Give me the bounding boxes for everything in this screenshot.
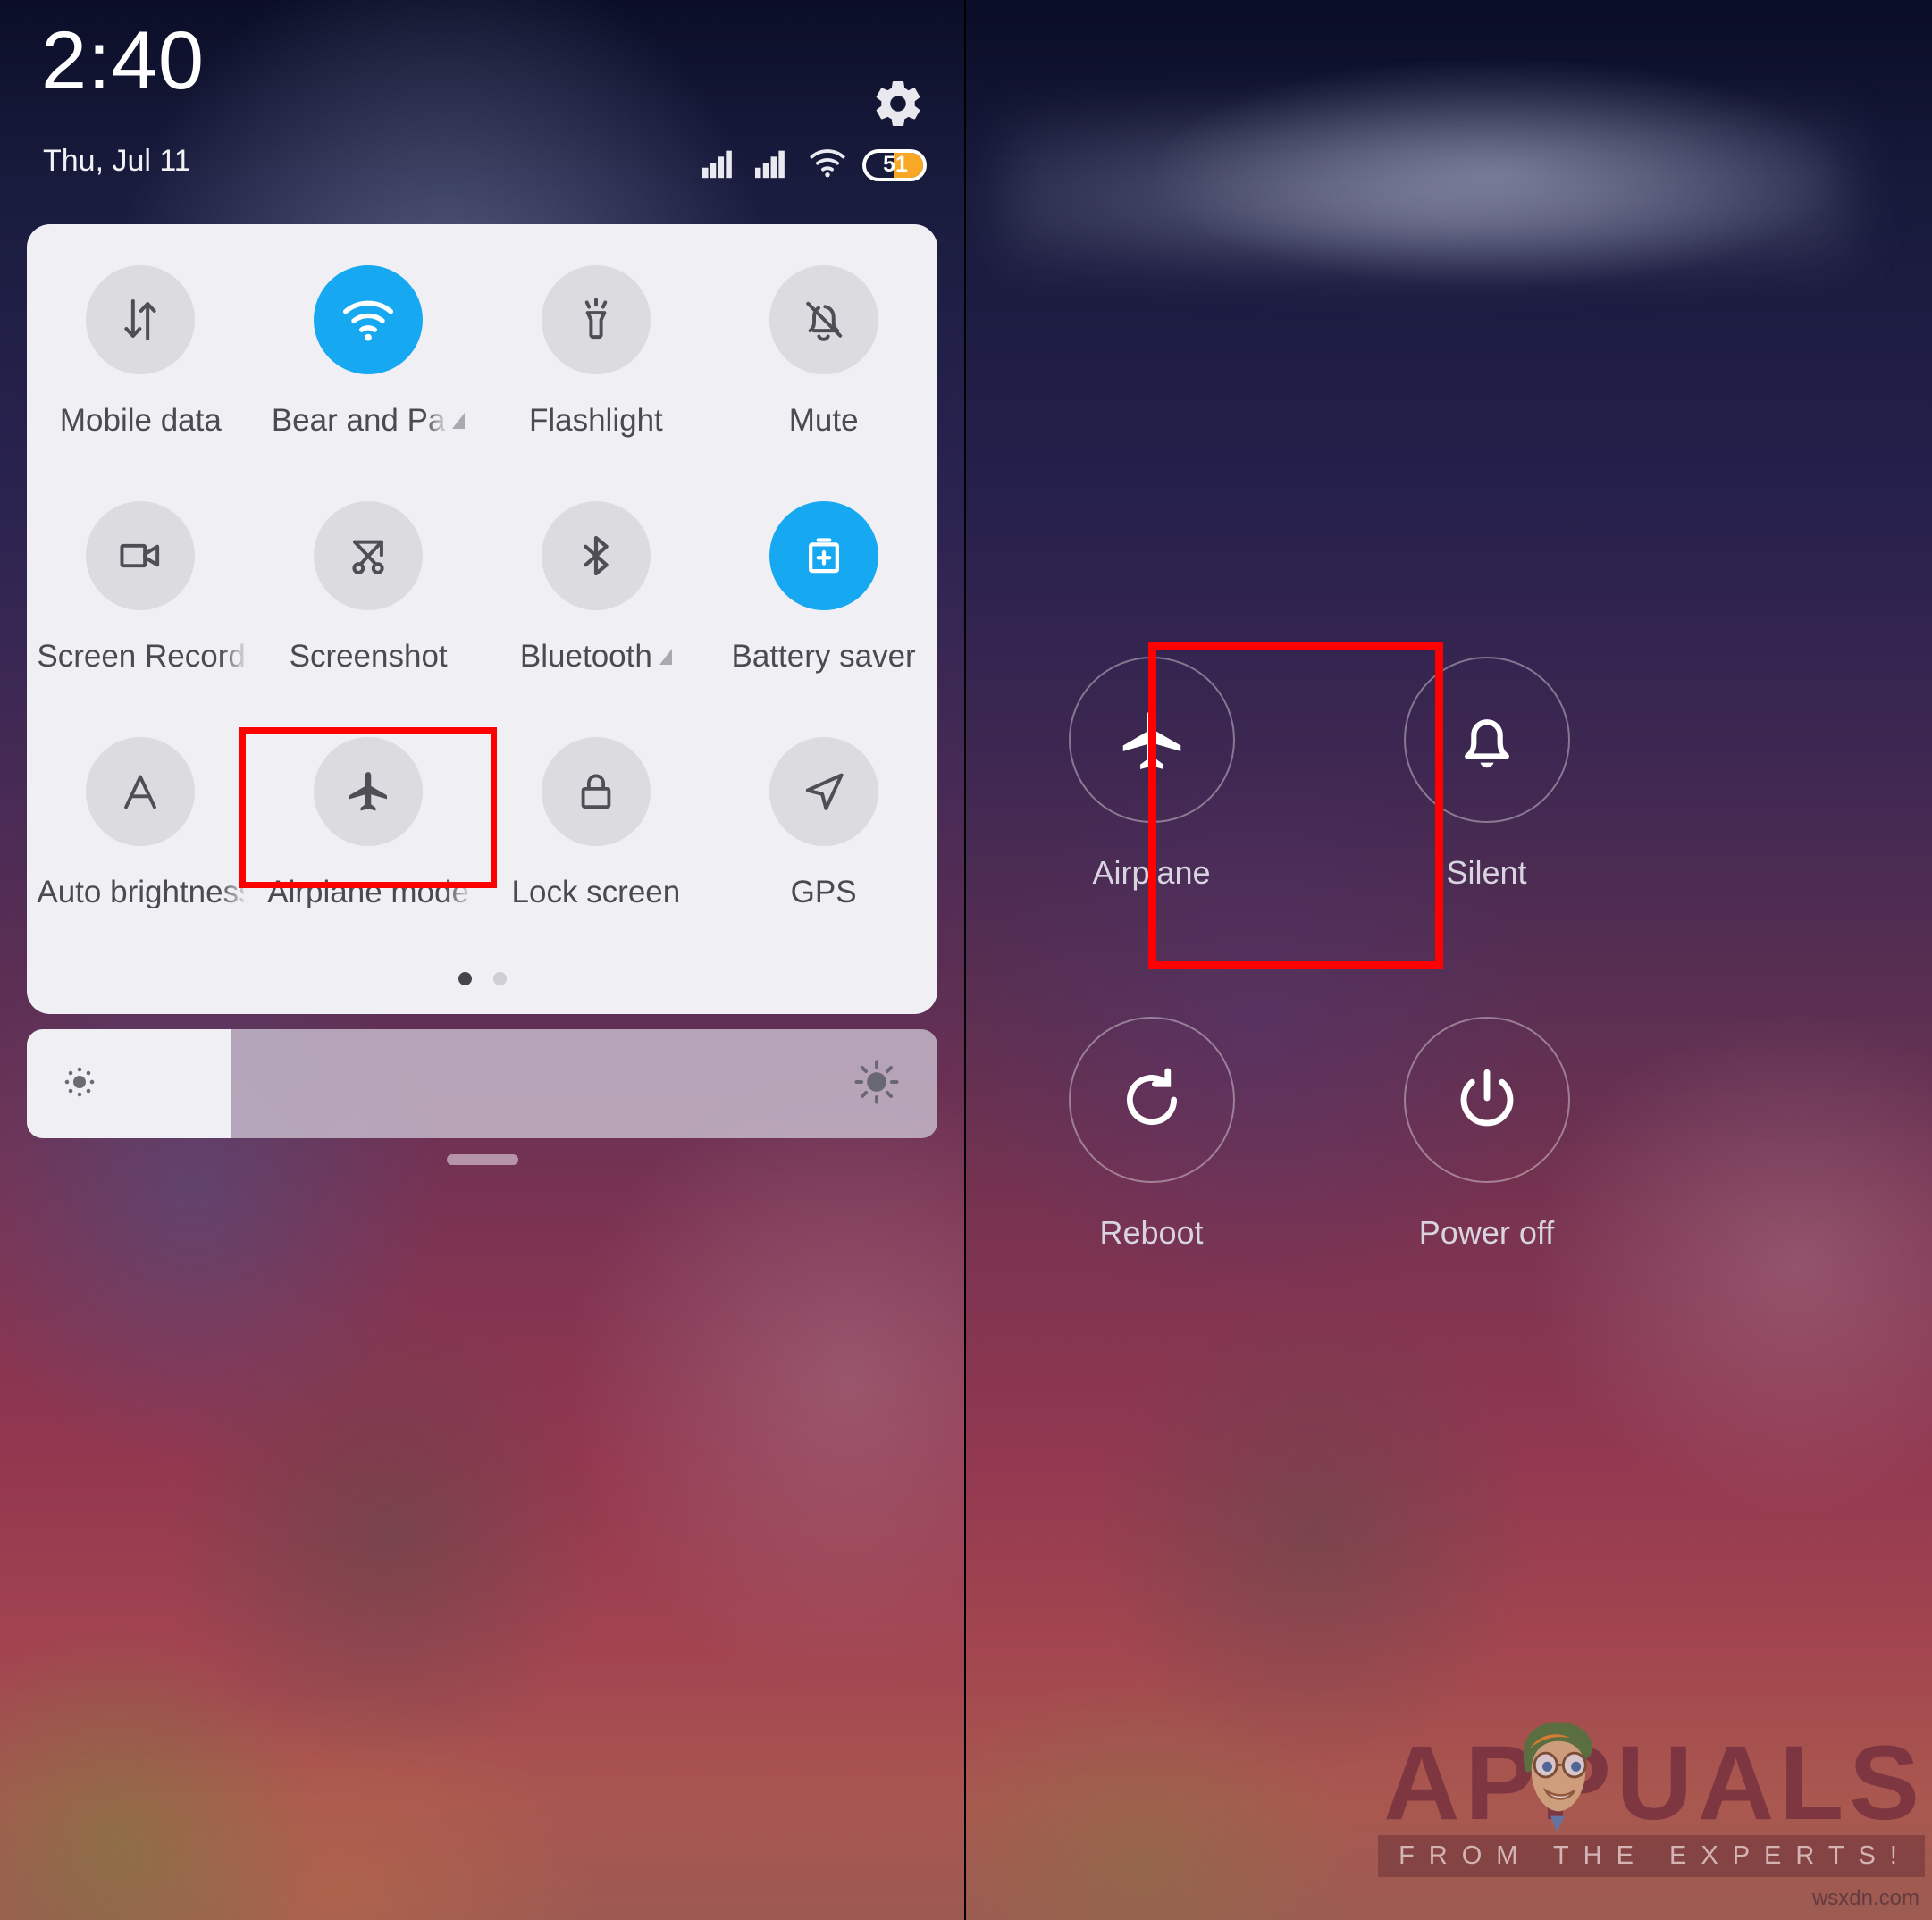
refresh-icon	[1068, 1017, 1235, 1183]
qs-label: Mobile data	[60, 405, 222, 436]
qs-label: Mute	[789, 405, 859, 436]
qs-tile-bluetooth[interactable]: Bluetooth	[483, 482, 710, 717]
brightness-slider[interactable]	[27, 1029, 937, 1138]
qs-label-text: Battery saver	[731, 639, 916, 674]
brightness-slider-fill	[27, 1029, 232, 1138]
page-dot-1[interactable]	[458, 972, 472, 985]
airplane-icon	[1068, 657, 1235, 823]
location-arrow-icon	[769, 737, 878, 846]
brightness-high-icon	[853, 1059, 900, 1110]
mobile-data-icon	[86, 265, 196, 374]
qs-label: GPS	[791, 876, 857, 908]
chevron-expand-icon[interactable]	[659, 648, 672, 665]
power-menu-grid: Airplane Silent Reboot Power off	[1060, 657, 1578, 1377]
qs-tile-airplane-mode[interactable]: Airplane mode	[255, 717, 483, 953]
quick-settings-card: Mobile data Bear and Pa Flashlight Mute …	[27, 224, 937, 1014]
qs-tile-lock-screen[interactable]: Lock screen	[483, 717, 710, 953]
bluetooth-icon	[541, 501, 651, 610]
screenshot-root: 2:40 Thu, Jul 11 51 Mobile data Bear and…	[0, 0, 1932, 1920]
qs-label-text: Screen Record	[37, 641, 245, 672]
qs-tile-gps[interactable]: GPS	[710, 717, 937, 953]
signal-bars-icon	[755, 147, 793, 183]
qs-tile-auto-brightness[interactable]: Auto brightness	[27, 717, 255, 953]
letter-a-icon	[86, 737, 196, 846]
video-camera-icon	[86, 501, 196, 610]
qs-label: Lock screen	[512, 876, 681, 908]
power-item-airplane[interactable]: Airplane	[1060, 657, 1243, 1017]
quick-settings-grid: Mobile data Bear and Pa Flashlight Mute …	[27, 246, 937, 953]
qs-label-text: Bluetooth	[519, 639, 652, 674]
left-pane-quick-settings: 2:40 Thu, Jul 11 51 Mobile data Bear and…	[0, 0, 966, 1920]
qs-label-text: Airplane mode	[267, 876, 469, 908]
power-label: Power off	[1418, 1214, 1555, 1251]
qs-label-text: Mute	[788, 403, 859, 438]
clock: 2:40	[41, 15, 206, 106]
wifi-icon	[314, 265, 424, 374]
blurred-notification-card	[1002, 114, 1851, 257]
flashlight-icon	[541, 265, 651, 374]
qs-label: Bluetooth	[520, 641, 672, 672]
chevron-expand-icon[interactable]	[452, 412, 466, 429]
bell-muted-icon	[769, 265, 878, 374]
date-label: Thu, Jul 11	[43, 144, 191, 178]
qs-tile-mobile-data[interactable]: Mobile data	[27, 246, 255, 482]
qs-label-text: Bear and Pa	[271, 405, 446, 436]
battery-icon: 51	[862, 148, 927, 181]
power-item-power-off[interactable]: Power off	[1395, 1017, 1578, 1377]
qs-tile-battery-saver[interactable]: Battery saver	[710, 482, 937, 717]
power-item-reboot[interactable]: Reboot	[1060, 1017, 1243, 1377]
status-bar: 2:40 Thu, Jul 11 51	[0, 0, 964, 214]
qs-label: Bear and Pa	[272, 405, 466, 436]
battery-level: 51	[883, 152, 908, 177]
qs-label: Flashlight	[529, 405, 663, 436]
qs-label-text: Flashlight	[528, 403, 663, 438]
qs-label: Auto brightness	[37, 876, 244, 908]
power-label: Reboot	[1099, 1214, 1204, 1251]
qs-label: Battery saver	[732, 641, 916, 672]
qs-label: Screenshot	[290, 641, 448, 672]
qs-tile-mute[interactable]: Mute	[710, 246, 937, 482]
qs-label-text: Auto brightness	[37, 876, 245, 908]
brightness-low-icon	[61, 1063, 98, 1105]
page-dot-2[interactable]	[492, 972, 507, 985]
qs-label-text: Screenshot	[289, 639, 448, 674]
qs-tile-screen-record[interactable]: Screen Record	[27, 482, 255, 717]
shade-drag-handle[interactable]	[446, 1154, 518, 1165]
gear-icon[interactable]	[871, 77, 925, 135]
scissors-icon	[314, 501, 424, 610]
right-pane-power-menu: Airplane Silent Reboot Power off APPUALS…	[966, 0, 1932, 1920]
power-item-silent[interactable]: Silent	[1395, 657, 1578, 1017]
qs-tile-flashlight[interactable]: Flashlight	[483, 246, 710, 482]
qs-label-text: Mobile data	[59, 403, 222, 438]
wifi-icon	[808, 147, 847, 183]
power-icon	[1403, 1017, 1570, 1183]
bell-icon	[1403, 657, 1570, 823]
padlock-icon	[541, 737, 651, 846]
qs-label-text: Lock screen	[511, 875, 681, 910]
qs-label: Airplane mode	[267, 876, 469, 908]
status-icons: 51	[702, 147, 927, 183]
power-label: Airplane	[1092, 854, 1211, 891]
airplane-icon	[314, 737, 424, 846]
qs-tile-screenshot[interactable]: Screenshot	[255, 482, 483, 717]
page-indicator	[27, 972, 937, 985]
qs-tile-wifi[interactable]: Bear and Pa	[255, 246, 483, 482]
battery-plus-icon	[769, 501, 878, 610]
signal-bars-icon	[702, 147, 740, 183]
qs-label: Screen Record	[37, 641, 244, 672]
power-label: Silent	[1446, 854, 1527, 891]
qs-label-text: GPS	[790, 875, 857, 910]
